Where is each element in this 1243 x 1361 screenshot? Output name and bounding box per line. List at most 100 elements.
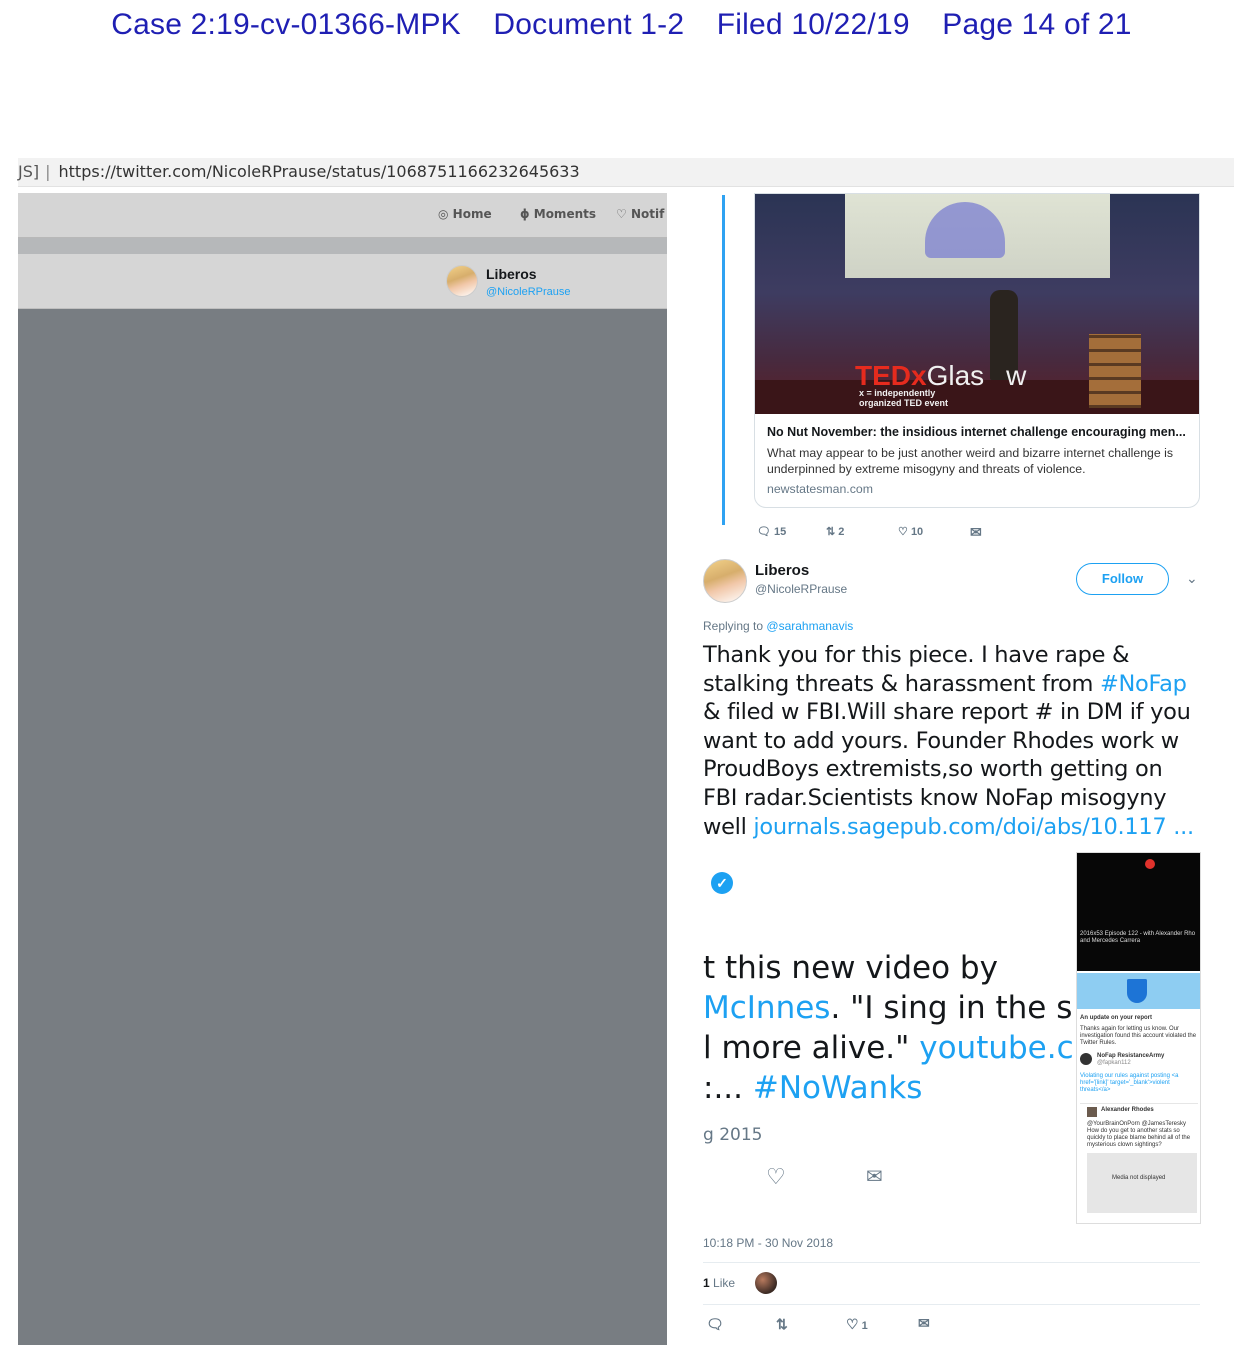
quote-line-3: l more alive." youtube.co — [703, 1030, 1075, 1066]
tedx-sub-line1: x = independently — [859, 388, 936, 398]
account-name: NoFap ResistanceArmy — [1097, 1053, 1165, 1059]
bookshelf — [1089, 334, 1141, 408]
shield-icon — [1127, 979, 1147, 1003]
quote-date: g 2015 — [703, 1125, 763, 1145]
browser-url-bar[interactable]: JS] | https://twitter.com/NicoleRPrause/st… — [18, 158, 1234, 187]
video-logo-icon — [1145, 859, 1155, 869]
update-body: Thanks again for letting us know. Our in… — [1080, 1026, 1197, 1046]
tedx-subtitle: x = independently organized TED event — [859, 388, 948, 408]
reply-avatar — [1087, 1107, 1097, 1117]
replying-label: Replying to — [703, 619, 764, 633]
reply-icon: 🗨 — [757, 526, 771, 538]
divider — [703, 1304, 1200, 1305]
url-text[interactable]: https://twitter.com/NicoleRPrause/status… — [59, 162, 580, 181]
divider — [703, 1262, 1200, 1263]
tedx-brand: TEDx — [855, 360, 927, 391]
tedx-sub-line2: organized TED event — [859, 398, 949, 408]
account-handle: @fapkan112 — [1097, 1060, 1131, 1066]
quote-mention[interactable]: McInnes — [703, 990, 830, 1026]
violation-note: Violating our rules against posting <a h… — [1080, 1073, 1179, 1093]
heart-icon: ♡ — [898, 526, 908, 538]
avatar[interactable] — [446, 265, 478, 297]
quote-line-1: t this new video by — [703, 950, 998, 986]
retweet-action[interactable]: ⇅ 2 — [826, 525, 844, 538]
thumb-divider — [1080, 1103, 1198, 1104]
card-title: No Nut November: the insidious internet … — [767, 425, 1186, 439]
likes-summary[interactable]: 1 Like — [703, 1276, 735, 1290]
url-separator: | — [45, 162, 51, 181]
video-caption: 2016x53 Episode 122 - with Alexander Rho… — [1080, 931, 1196, 944]
verified-icon: ✓ — [711, 872, 733, 894]
like-action[interactable]: ♡ 10 — [898, 525, 923, 538]
like-count: 10 — [910, 526, 924, 538]
reply-count: 15 — [774, 526, 787, 538]
media-thumbnail[interactable]: 2016x53 Episode 122 - with Alexander Rho… — [1076, 852, 1201, 1224]
retweet-count: 2 — [838, 526, 845, 538]
nav-moments[interactable]: ϕ Moments — [520, 207, 596, 221]
case-number: Case 2:19-cv-01366-MPK — [111, 8, 461, 41]
quote-mail-icon[interactable]: ✉ — [866, 1164, 883, 1189]
nav-notifications-label: Notif — [630, 207, 665, 221]
hashtag-nofap[interactable]: #NoFap — [1100, 671, 1187, 697]
tweet-text-part1: Thank you for this piece. I have rape & … — [703, 642, 1130, 697]
thread-line — [722, 195, 725, 525]
reply-icon: 🗨 — [706, 1316, 724, 1332]
nav-home-label: Home — [452, 207, 492, 221]
likes-label: Like — [713, 1276, 736, 1290]
page-number: Page 14 of 21 — [942, 8, 1132, 41]
tweet-link[interactable]: journals.sagepub.com/doi/abs/10.117 ... — [753, 814, 1194, 840]
footer-mail[interactable]: ✉ — [918, 1315, 930, 1332]
nav-home[interactable]: ◎ Home — [438, 207, 492, 221]
tweet-avatar[interactable] — [703, 559, 747, 603]
profile-name[interactable]: Liberos — [486, 266, 537, 282]
tweet-author-name[interactable]: Liberos — [755, 562, 809, 579]
follow-button[interactable]: Follow — [1076, 563, 1169, 595]
nav-notifications[interactable]: ♡ Notif — [616, 207, 664, 221]
footer-reply[interactable]: 🗨 — [706, 1316, 724, 1333]
heart-icon: ♡ — [846, 1316, 859, 1332]
reply-text: @YourBrainOnPorn @JamesTeresky How do yo… — [1087, 1121, 1191, 1148]
quote-hashtag-nowanks[interactable]: #NoWanks — [753, 1070, 923, 1106]
media-note: Media not displayed — [1112, 1175, 1166, 1181]
nav-moments-label: Moments — [533, 207, 596, 221]
document-number: Document 1-2 — [493, 8, 685, 41]
tweet-text: Thank you for this piece. I have rape & … — [703, 641, 1203, 841]
footer-like[interactable]: ♡ 1 — [846, 1316, 868, 1333]
replying-handle[interactable]: @sarahmanavis — [766, 619, 853, 633]
bell-icon: ♡ — [616, 207, 627, 221]
quote-youtube-link[interactable]: youtube.co — [919, 1030, 1075, 1066]
chevron-down-icon[interactable]: ⌄ — [1186, 570, 1198, 587]
message-action[interactable]: ✉ — [970, 524, 982, 541]
liker-avatar[interactable] — [755, 1272, 777, 1294]
moments-icon: ϕ — [520, 207, 530, 221]
tedx-city-end: w — [1006, 360, 1027, 391]
card-description: What may appear to be just another weird… — [767, 446, 1174, 476]
dimmed-overlay[interactable] — [18, 193, 667, 1345]
account-avatar — [1080, 1053, 1092, 1065]
reply-action[interactable]: 🗨 15 — [757, 525, 786, 538]
tweet-timestamp[interactable]: 10:18 PM - 30 Nov 2018 — [703, 1236, 833, 1250]
link-card[interactable]: TEDxGlas w x = independently organized TED… — [754, 193, 1200, 508]
profile-bar: Liberos @NicoleRPrause — [18, 254, 667, 309]
video-player: 2016x53 Episode 122 - with Alexander Rho… — [1077, 853, 1200, 971]
nav-strip — [18, 238, 667, 254]
tedx-city: Glas — [926, 360, 985, 391]
quote-line-2-text: . "I sing in the sh — [830, 990, 1075, 1026]
twitter-top-nav: ◎ Home ϕ Moments ♡ Notif — [18, 193, 667, 238]
home-icon: ◎ — [438, 207, 449, 221]
profile-handle[interactable]: @NicoleRPrause — [486, 286, 571, 298]
retweet-icon: ⇅ — [826, 526, 836, 538]
quote-heart-icon[interactable]: ♡ — [766, 1164, 786, 1190]
quote-line-4: :... #NoWanks — [703, 1070, 922, 1106]
footer-retweet[interactable]: ⇅ — [776, 1316, 788, 1333]
card-image: TEDxGlas w x = independently organized TED… — [755, 194, 1199, 414]
tweet-author-handle[interactable]: @NicoleRPrause — [755, 582, 847, 596]
mail-icon: ✉ — [918, 1315, 930, 1331]
retweet-icon: ⇅ — [776, 1316, 788, 1332]
replying-to: Replying to @sarahmanavis — [703, 619, 853, 633]
card-domain: newstatesman.com — [767, 482, 873, 496]
quote-line-2: McInnes. "I sing in the sh — [703, 990, 1075, 1026]
reply-name: Alexander Rhodes — [1101, 1107, 1154, 1113]
pdf-case-header: Case 2:19-cv-01366-MPK Document 1-2 File… — [0, 8, 1243, 42]
footer-like-count: 1 — [861, 1320, 868, 1332]
